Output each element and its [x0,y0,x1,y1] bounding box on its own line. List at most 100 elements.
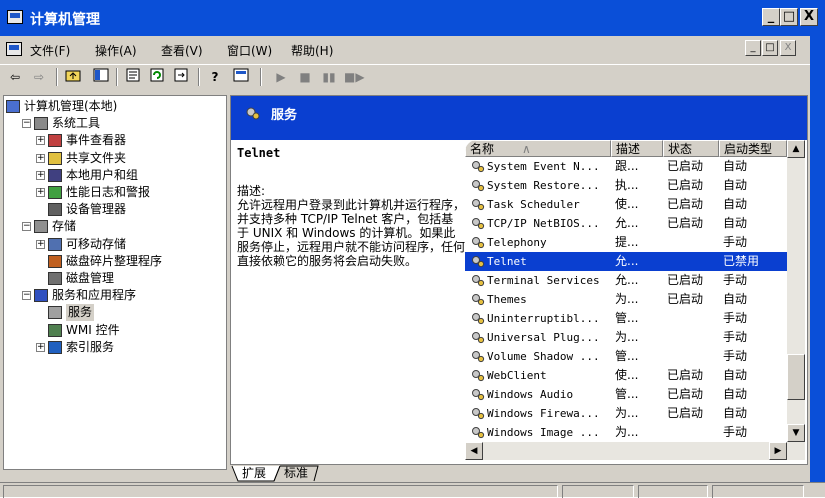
tree-item[interactable]: + 共享文件夹 [4,150,224,167]
expand-icon[interactable]: + [36,239,45,249]
service-row[interactable]: Telnet 允... 已禁用 [465,252,787,271]
scroll-up-button[interactable]: ▲ [787,140,805,158]
tree-item[interactable]: − 存储 [4,218,224,235]
tree-item[interactable]: + 本地用户和组 [4,167,224,184]
service-status: 已启动 [667,406,704,420]
tree-item[interactable]: 磁盘管理 [4,270,224,287]
mdi-minimize-button[interactable]: _ [745,40,761,56]
tree-item[interactable]: WMI 控件 [4,322,224,339]
services-header: 服务 [231,96,807,130]
tab-extended[interactable]: 扩展 [240,465,268,481]
scroll-down-button[interactable]: ▼ [787,424,805,442]
service-gear-icon [472,161,485,173]
play-icon[interactable]: ▶ [272,68,290,86]
menu-file[interactable]: 文件(F) [30,42,70,59]
column-header-description[interactable]: 描述 [611,140,663,157]
title-bar[interactable]: 计算机管理 _ □ X [0,0,825,36]
expand-icon[interactable]: + [36,342,45,352]
export-icon[interactable] [172,68,190,86]
service-row[interactable]: Themes 为... 已启动 自动 [465,290,787,309]
tree-item[interactable]: + 事件查看器 [4,132,224,149]
expand-icon[interactable]: + [36,153,45,163]
tree-item[interactable]: − 服务和应用程序 [4,287,224,304]
service-row[interactable]: Windows Audio 管... 已启动 自动 [465,385,787,404]
console-tree[interactable]: 计算机管理(本地) − 系统工具 + 事件查看器 + 共享文件夹 + 本地用户和组 + 性能日志和警… [3,95,227,470]
service-row[interactable]: System Restore... 执... 已启动 自动 [465,176,787,195]
service-name: System Restore... [487,179,600,192]
toolbar: ⇦ ⇨ ? ▶ ■ ▮▮ ■▶ [0,64,825,90]
back-arrow-icon[interactable]: ⇦ [6,68,24,86]
menu-window[interactable]: 窗口(W) [227,42,272,59]
up-folder-icon[interactable] [64,68,82,86]
menu-bar: 文件(F) 操作(A) 查看(V) 窗口(W) 帮助(H) [0,36,825,64]
service-row[interactable]: Windows Image ... 为... 手动 [465,423,787,442]
service-description: 为... [615,330,639,344]
service-row[interactable]: Volume Shadow ... 管... 手动 [465,347,787,366]
scroll-left-button[interactable]: ◀ [465,442,483,460]
tree-item[interactable]: + 性能日志和警报 [4,184,224,201]
defrag-icon [48,254,62,268]
service-row[interactable]: Uninterruptibl... 管... 手动 [465,309,787,328]
scroll-right-button[interactable]: ▶ [769,442,787,460]
column-header-name[interactable]: 名称 ∧ [465,140,611,157]
service-gear-icon [472,256,485,268]
minimize-button[interactable]: _ [762,8,780,26]
collapse-icon[interactable]: − [22,291,31,301]
expand-icon[interactable]: + [36,170,45,180]
service-gear-icon [472,389,485,401]
maximize-button[interactable]: □ [780,8,798,26]
pause-icon[interactable]: ▮▮ [320,68,338,86]
service-row[interactable]: System Event N... 跟... 已启动 自动 [465,157,787,176]
service-description: 允... [615,216,639,230]
service-name: TCP/IP NetBIOS... [487,217,600,230]
service-row[interactable]: WebClient 使... 已启动 自动 [465,366,787,385]
service-status: 已启动 [667,197,704,211]
tree-item-label: 服务 [66,304,95,322]
stop-icon[interactable]: ■ [296,68,314,86]
vertical-scrollbar[interactable]: ▲ ▼ [787,140,805,442]
services-list[interactable]: 名称 ∧ 描述 状态 启动类型 System Event N... 跟... 已启动自… [465,140,807,462]
help-icon[interactable]: ? [206,68,224,86]
status-panel-4 [712,485,804,498]
menu-view[interactable]: 查看(V) [161,42,203,59]
service-row[interactable]: Terminal Services 允... 已启动 手动 [465,271,787,290]
tree-item[interactable]: − 系统工具 [4,115,224,132]
mdi-restore-button[interactable]: □ [762,40,778,56]
collapse-icon[interactable]: − [22,119,31,129]
service-description: 跟... [615,159,639,173]
service-row[interactable]: Task Scheduler 使... 已启动 自动 [465,195,787,214]
service-row[interactable]: Telephony 提... 手动 [465,233,787,252]
expand-icon[interactable]: + [36,136,45,146]
scroll-thumb[interactable] [787,354,805,400]
tree-item-label: 索引服务 [66,339,115,354]
expand-icon[interactable]: + [36,188,45,197]
mdi-close-button[interactable]: X [780,40,796,56]
show-tree-icon[interactable] [92,68,110,86]
tree-item[interactable]: + 索引服务 [4,339,224,356]
selected-service-name: Telnet [237,146,281,160]
service-row[interactable]: Windows Firewa... 为... 已启动 自动 [465,404,787,423]
tree-item[interactable]: 服务 [4,304,224,322]
collapse-icon[interactable]: − [22,222,31,232]
tree-item[interactable]: + 可移动存储 [4,236,224,253]
menu-action[interactable]: 操作(A) [95,42,137,59]
tree-item[interactable]: 计算机管理(本地) [4,98,224,115]
console-icon[interactable] [232,68,250,86]
service-gear-icon [472,294,485,306]
horizontal-scrollbar[interactable]: ◀ ▶ [465,442,805,460]
service-row[interactable]: Universal Plug... 为... 手动 [465,328,787,347]
tree-item[interactable]: 磁盘碎片整理程序 [4,253,224,270]
service-startup-type: 自动 [723,159,748,173]
forward-arrow-icon[interactable]: ⇨ [30,68,48,86]
menu-help[interactable]: 帮助(H) [291,42,333,59]
properties-icon[interactable] [124,68,142,86]
column-header-status[interactable]: 状态 [663,140,719,157]
service-row[interactable]: TCP/IP NetBIOS... 允... 已启动 自动 [465,214,787,233]
tree-item[interactable]: 设备管理器 [4,201,224,218]
column-header-startup-type[interactable]: 启动类型 [719,140,787,157]
refresh-icon[interactable] [148,68,166,86]
close-button[interactable]: X [800,8,818,26]
restart-icon[interactable]: ■▶ [344,68,365,86]
tab-standard[interactable]: 标准 [282,465,310,481]
service-description: 允... [615,273,639,287]
